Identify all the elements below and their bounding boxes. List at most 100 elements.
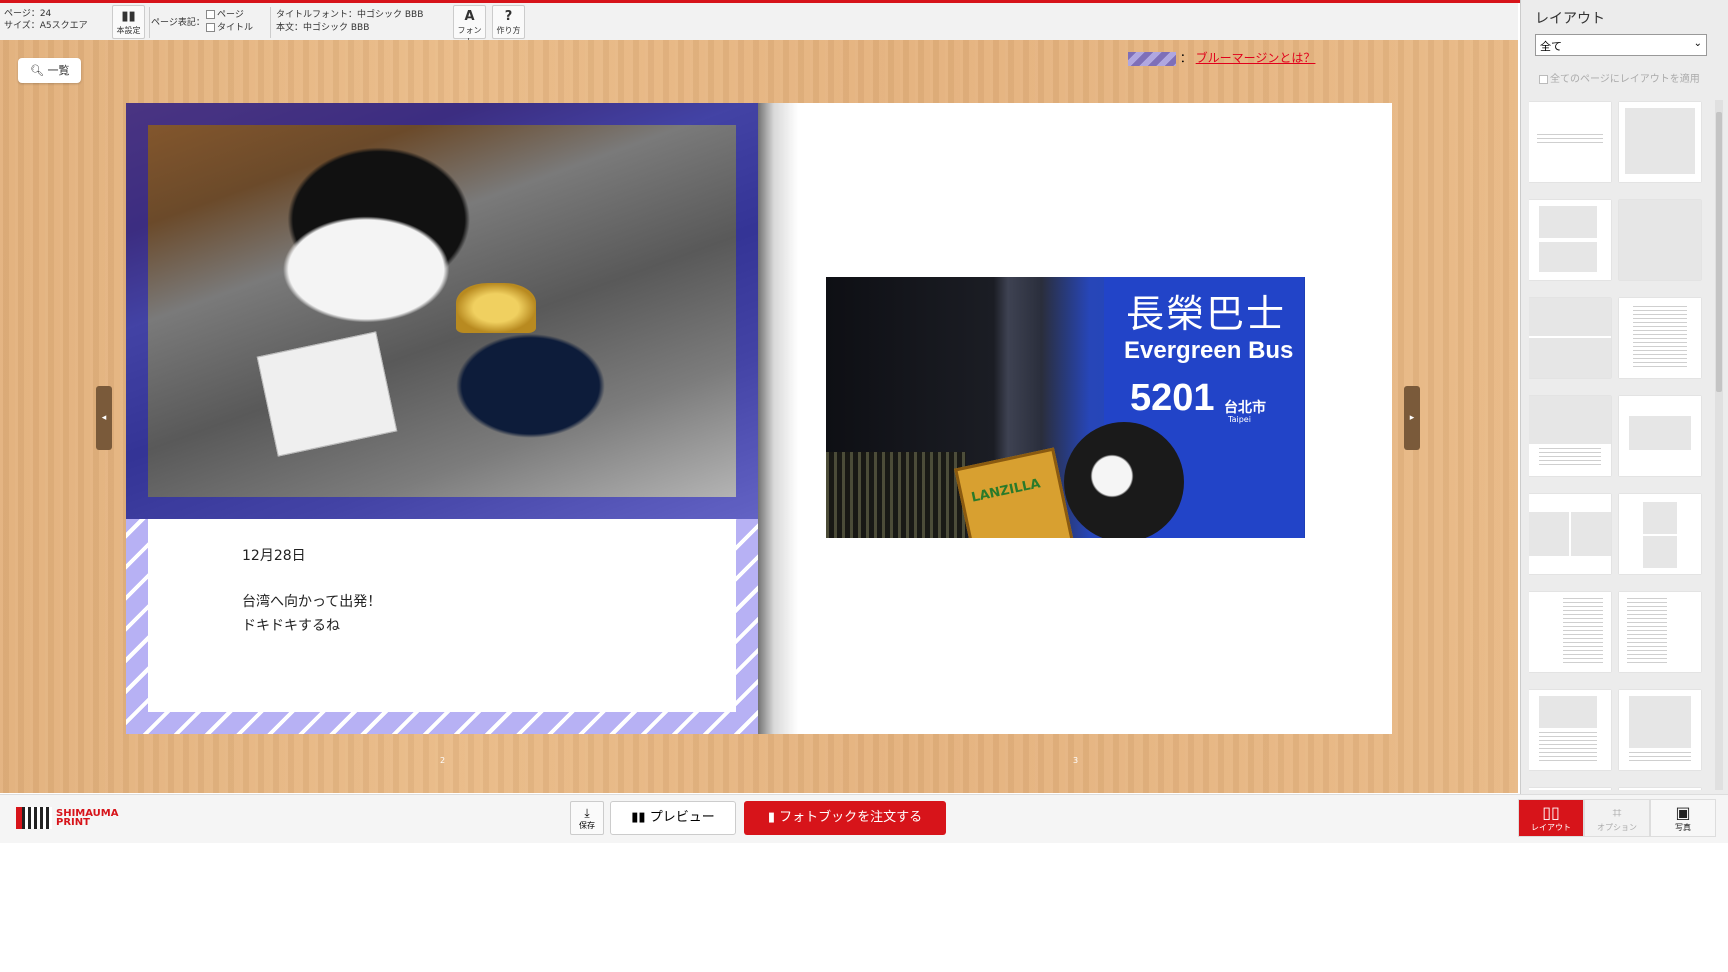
thumb-photo	[1629, 416, 1691, 450]
title-toggle[interactable]: タイトル	[206, 22, 253, 35]
sign-city: 台北市	[1224, 400, 1266, 416]
layout-thumb[interactable]	[1619, 298, 1701, 378]
thumb-text	[1537, 134, 1603, 146]
checkbox[interactable]	[206, 23, 215, 32]
thumb-text	[1563, 598, 1603, 666]
layout-thumb[interactable]	[1529, 788, 1611, 790]
apply-all-option[interactable]: 全てのページにレイアウトを適用	[1539, 70, 1700, 85]
top-toolbar: ページ：24 サイズ：A5スクエア ▮▮ 本設定 ページ表記： ページ タイトル…	[0, 3, 1518, 46]
thumb-photo	[1529, 396, 1611, 444]
apply-all-checkbox[interactable]	[1539, 74, 1548, 84]
title-font: タイトルフォント：中ゴシック BBB	[276, 10, 424, 20]
sign-chinese: 長榮巴士	[1126, 292, 1287, 336]
layout-thumb[interactable]	[1529, 690, 1611, 770]
prev-page-arrow[interactable]: ◂	[96, 386, 112, 450]
layout-thumb[interactable]	[1529, 102, 1611, 182]
thumb-photo	[1529, 298, 1611, 336]
divider	[270, 7, 271, 38]
chevron-down-icon: ⌄	[1693, 38, 1702, 49]
page-count: ページ：24	[4, 9, 52, 19]
sign-city-en: Taipei	[1228, 415, 1251, 424]
download-icon: ⤓	[584, 806, 590, 820]
divider	[149, 7, 150, 38]
thumb-photo	[1643, 536, 1677, 568]
layout-thumb[interactable]	[1619, 200, 1701, 280]
layout-thumbnails	[1529, 100, 1713, 790]
checkbox-label: ページ	[217, 10, 244, 20]
book-icon: ▮▮	[631, 810, 646, 825]
preview-button[interactable]: ▮▮ プレビュー	[610, 801, 736, 835]
settings-label: 本設定	[116, 26, 141, 35]
help-button[interactable]: ? 作り方	[492, 5, 525, 39]
page-number-toggle[interactable]: ページ	[206, 9, 253, 22]
layout-thumb[interactable]	[1529, 494, 1611, 574]
preview-label: プレビュー	[649, 810, 715, 825]
tab-layout-label: レイアウト	[1531, 823, 1571, 832]
magnifier-icon: 🔍︎	[30, 64, 44, 77]
layout-thumb[interactable]	[1619, 592, 1701, 672]
card-image: LANZILLA	[954, 447, 1076, 538]
layout-thumb[interactable]	[1529, 298, 1611, 378]
book-info: ページ：24 サイズ：A5スクエア	[4, 8, 88, 32]
layout-icon: ▯▯	[1542, 803, 1560, 822]
tab-photos-label: 写真	[1675, 823, 1691, 832]
left-page: 12月28日 台湾へ向かって出発！ ドキドキするね	[126, 103, 758, 734]
tab-options[interactable]: ⌗ オプション	[1584, 799, 1650, 837]
layout-thumb[interactable]	[1619, 102, 1701, 182]
legend-separator: ：	[1179, 51, 1192, 65]
order-label: フォトブックを注文する	[779, 810, 923, 825]
options-icon: ⌗	[1612, 803, 1622, 822]
layout-thumb[interactable]	[1619, 494, 1701, 574]
checkbox[interactable]	[206, 10, 215, 19]
layout-thumb[interactable]	[1619, 690, 1701, 770]
thumb-photo	[1571, 512, 1611, 556]
layout-thumb[interactable]	[1619, 396, 1701, 476]
bottom-bar: SHIMAUMA PRINT ⤓ 保存 ▮▮ プレビュー ▮ フォトブックを注文…	[0, 794, 1728, 843]
sign-number: 5201	[1130, 377, 1215, 419]
layout-thumb[interactable]	[1529, 592, 1611, 672]
text-box[interactable]: 12月28日 台湾へ向かって出発！ ドキドキするね	[148, 519, 736, 712]
thumbnail-scrollbar[interactable]	[1715, 100, 1723, 790]
font-button[interactable]: A フォント	[453, 5, 486, 46]
thumb-text	[1627, 598, 1667, 666]
layout-sidebar: レイアウト 全て ⌄ 全てのページにレイアウトを適用	[1520, 0, 1728, 794]
layout-thumb[interactable]	[1529, 200, 1611, 280]
thumb-photo	[1629, 696, 1691, 748]
shimauma-logo: SHIMAUMA PRINT	[16, 807, 119, 829]
order-photobook-button[interactable]: ▮ フォトブックを注文する	[744, 801, 946, 835]
page-number-right: 3	[1073, 756, 1079, 765]
photo-bleed-overlay	[126, 103, 758, 519]
book-spread: 12月28日 台湾へ向かって出発！ ドキドキするね 長榮巴士 Evergreen…	[126, 103, 1392, 734]
scrollbar-thumb[interactable]	[1716, 112, 1722, 392]
font-info: タイトルフォント：中ゴシック BBB 本文：中ゴシック BBB	[276, 9, 423, 35]
logo-text-2: PRINT	[56, 817, 90, 828]
book-size: サイズ：A5スクエア	[4, 21, 88, 31]
thumb-photo	[1529, 512, 1569, 556]
body-font: 本文：中ゴシック BBB	[276, 23, 370, 33]
question-icon: ?	[504, 9, 513, 24]
bleed-help-link[interactable]: ブルーマージンとは？	[1196, 51, 1316, 65]
tab-layout[interactable]: ▯▯ レイアウト	[1518, 799, 1584, 837]
right-photo[interactable]: 長榮巴士 Evergreen Bus 5201 台北市 Taipei LANZI…	[826, 277, 1305, 538]
zebra-logo-icon	[16, 807, 52, 829]
save-button[interactable]: ⤓ 保存	[570, 801, 604, 835]
layout-thumb[interactable]	[1529, 396, 1611, 476]
tab-options-label: オプション	[1597, 823, 1637, 832]
settings-button[interactable]: ▮▮ 本設定	[112, 5, 145, 39]
page-list-button[interactable]: 🔍︎ 一覧	[18, 58, 81, 83]
thumb-text	[1539, 732, 1597, 762]
page-number-left: 2	[440, 756, 446, 765]
thumb-photo	[1539, 242, 1597, 272]
body-text-line-1: 台湾へ向かって出発！	[242, 594, 382, 610]
book-order-icon: ▮	[767, 810, 775, 825]
thumb-text	[1629, 752, 1691, 762]
card-title: LANZILLA	[970, 476, 1042, 506]
layout-thumb[interactable]	[1619, 788, 1701, 790]
thumb-photo	[1539, 696, 1597, 728]
bleed-swatch	[1128, 51, 1176, 66]
thumb-text	[1633, 306, 1687, 370]
layout-filter-select[interactable]: 全て ⌄	[1535, 34, 1707, 56]
sidebar-title: レイアウト	[1535, 11, 1605, 27]
tab-photos[interactable]: ▣ 写真	[1650, 799, 1716, 837]
next-page-arrow[interactable]: ▸	[1404, 386, 1420, 450]
